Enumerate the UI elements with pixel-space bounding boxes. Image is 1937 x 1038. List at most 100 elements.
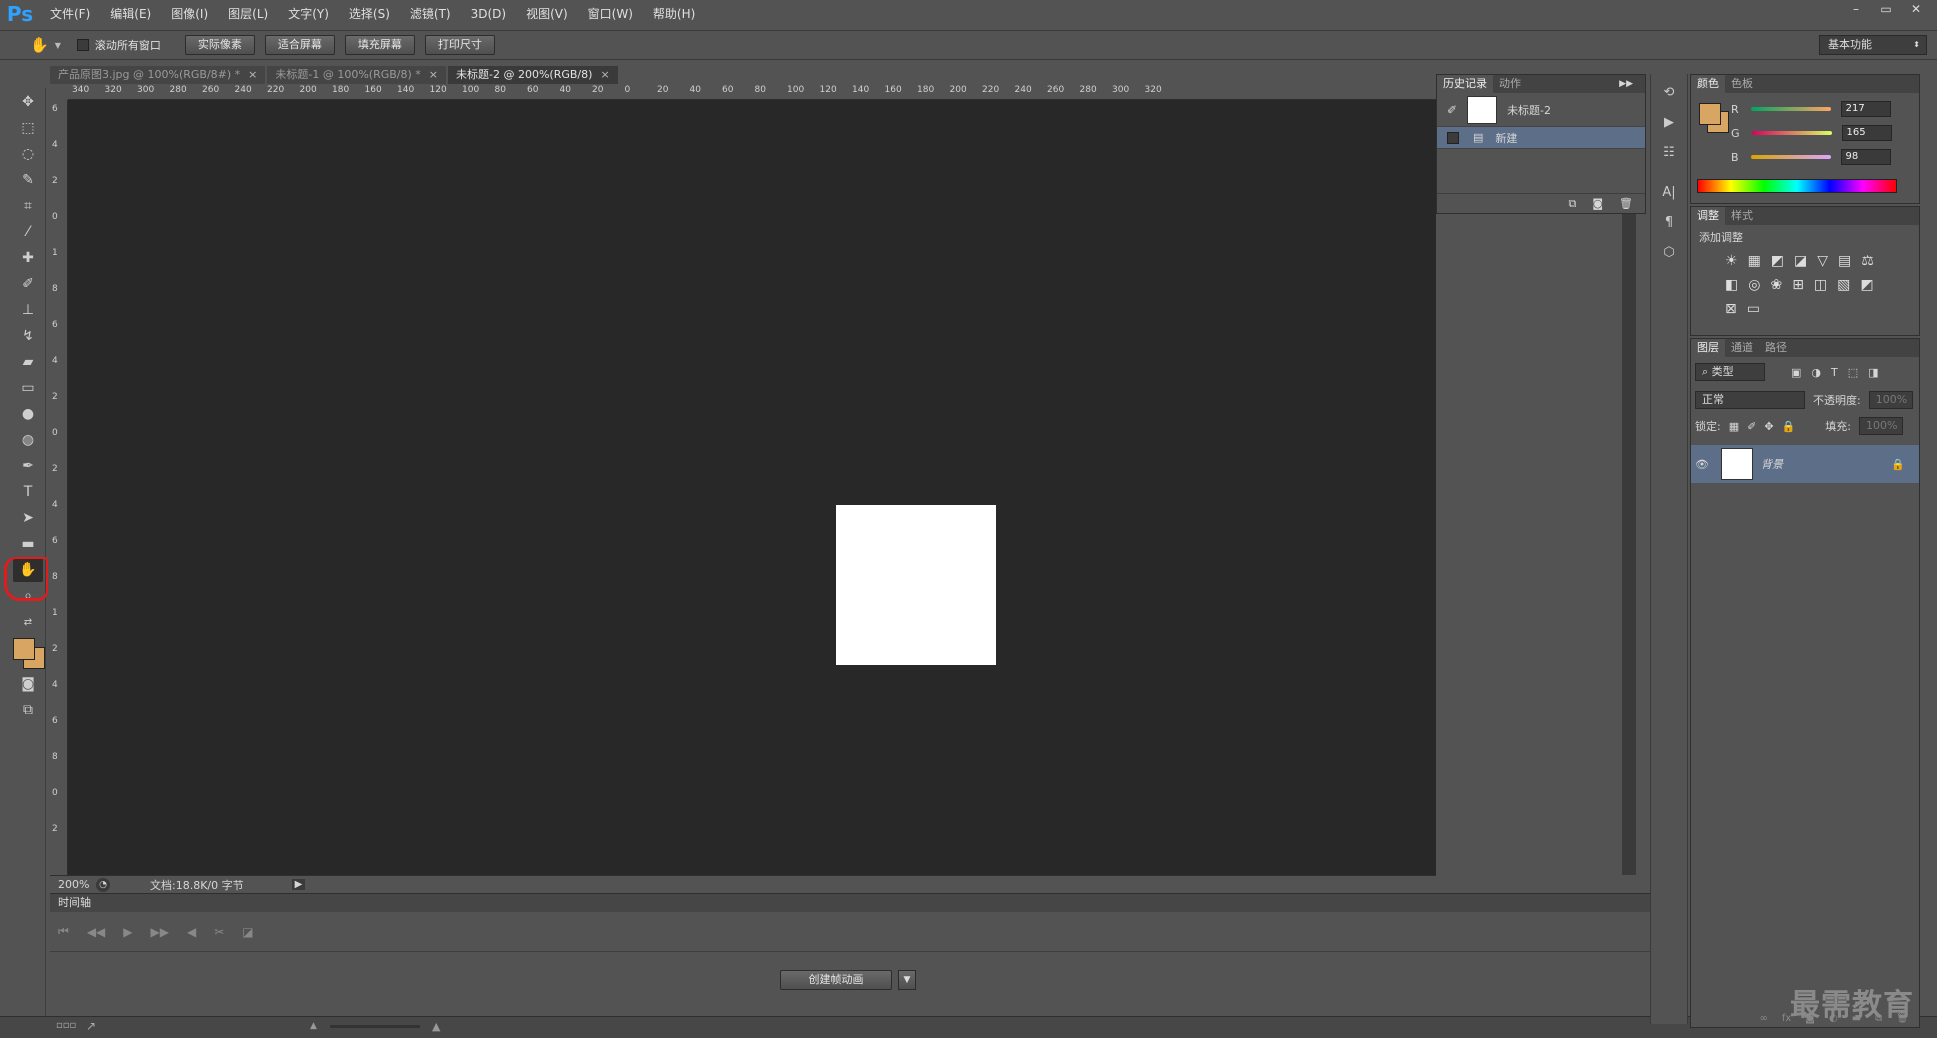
close-tab-icon[interactable]: ×: [600, 68, 609, 81]
filter-smart-icon[interactable]: ◨: [1868, 366, 1878, 379]
lock-position-icon[interactable]: ✥: [1764, 420, 1773, 433]
layer-row[interactable]: 👁 背景 🔒: [1691, 445, 1919, 483]
close-tab-icon[interactable]: ×: [248, 68, 257, 81]
lock-all-icon[interactable]: 🔒: [1782, 420, 1796, 433]
restore-button[interactable]: ▭: [1871, 0, 1901, 18]
canvas-area[interactable]: [68, 100, 1436, 875]
invert-icon[interactable]: ◫: [1814, 277, 1827, 293]
screen-mode-icon[interactable]: ⧉: [13, 698, 43, 722]
lock-pixels-icon[interactable]: ✐: [1747, 420, 1756, 433]
history-panel-icon[interactable]: ⟲: [1656, 80, 1682, 104]
healing-brush-tool-icon[interactable]: ✚: [13, 246, 43, 270]
paragraph-panel-icon[interactable]: ¶: [1656, 210, 1682, 234]
threshold-icon[interactable]: ◩: [1860, 277, 1873, 293]
next-frame-icon[interactable]: ▶▶: [151, 925, 169, 939]
foreground-color-swatch[interactable]: [13, 638, 35, 660]
posterize-icon[interactable]: ▧: [1837, 277, 1850, 293]
hue-saturation-icon[interactable]: ▤: [1838, 253, 1851, 269]
quick-mask-icon[interactable]: ◙: [13, 672, 43, 696]
filter-adjust-icon[interactable]: ◑: [1811, 366, 1821, 379]
fit-screen-button[interactable]: 适合屏幕: [264, 35, 335, 55]
color-lookup-icon[interactable]: ⊞: [1792, 277, 1804, 293]
vibrance-icon[interactable]: ▽: [1817, 253, 1828, 269]
menu-item[interactable]: 滤镜(T): [400, 0, 461, 28]
history-snapshot[interactable]: ✐ 未标题-2: [1437, 93, 1645, 127]
minimize-button[interactable]: –: [1841, 0, 1871, 18]
filter-image-icon[interactable]: ▣: [1791, 366, 1801, 379]
fill-field[interactable]: 100%: [1858, 417, 1903, 435]
link-layers-icon[interactable]: ∞: [1759, 1013, 1767, 1024]
zoom-in-mountain-icon[interactable]: ▲: [432, 1020, 440, 1033]
levels-icon[interactable]: ▦: [1748, 253, 1761, 269]
tab-color[interactable]: 颜色: [1691, 75, 1725, 93]
layer-filter-select[interactable]: ⌕ 类型: [1695, 363, 1765, 381]
quick-select-tool-icon[interactable]: ✎: [13, 168, 43, 192]
audio-icon[interactable]: ◀: [187, 925, 196, 939]
brightness-icon[interactable]: ☀: [1725, 253, 1738, 269]
document-tab[interactable]: 产品原图3.jpg @ 100%(RGB/8#) * ×: [50, 66, 266, 84]
tab-channels[interactable]: 通道: [1725, 339, 1759, 357]
eraser-tool-icon[interactable]: ▰: [13, 350, 43, 374]
document-tab[interactable]: 未标题-1 @ 100%(RGB/8) * ×: [267, 66, 447, 84]
history-item[interactable]: ▤ 新建: [1437, 127, 1645, 149]
opacity-field[interactable]: 100%: [1868, 391, 1913, 409]
gradient-map-icon[interactable]: ▭: [1747, 301, 1760, 317]
hand-tool-preset-icon[interactable]: ✋: [30, 36, 49, 54]
new-document-from-state-icon[interactable]: ⧉: [1568, 197, 1576, 211]
lasso-tool-icon[interactable]: ◌: [13, 142, 43, 166]
history-brush-source-icon[interactable]: ✐: [1447, 103, 1457, 117]
selective-color-icon[interactable]: ⊠: [1725, 301, 1737, 317]
blend-mode-select[interactable]: 正常: [1695, 391, 1805, 409]
menu-item[interactable]: 视图(V): [516, 0, 578, 28]
timeline-zoom-slider[interactable]: [330, 1025, 420, 1028]
menu-item[interactable]: 图层(L): [218, 0, 278, 28]
color-balance-icon[interactable]: ⚖: [1861, 253, 1874, 269]
path-select-tool-icon[interactable]: ➤: [13, 506, 43, 530]
tab-layers[interactable]: 图层: [1691, 339, 1725, 357]
pen-tool-icon[interactable]: ✒: [13, 454, 43, 478]
curves-icon[interactable]: ◩: [1771, 253, 1784, 269]
menu-item[interactable]: 编辑(E): [100, 0, 161, 28]
filter-shape-icon[interactable]: ⬚: [1848, 366, 1858, 379]
tab-actions[interactable]: 动作: [1493, 75, 1527, 93]
menu-item[interactable]: 帮助(H): [643, 0, 705, 28]
close-tab-icon[interactable]: ×: [429, 68, 438, 81]
menu-item[interactable]: 选择(S): [339, 0, 400, 28]
menu-item[interactable]: 3D(D): [461, 0, 516, 28]
tab-paths[interactable]: 路径: [1759, 339, 1793, 357]
swap-colors-icon[interactable]: ⇄: [13, 610, 43, 634]
prev-frame-icon[interactable]: ◀◀: [87, 925, 105, 939]
channel-mixer-icon[interactable]: ❀: [1770, 277, 1782, 293]
crop-tool-icon[interactable]: ⌗: [13, 194, 43, 218]
fill-screen-button[interactable]: 填充屏幕: [344, 35, 415, 55]
shape-tool-icon[interactable]: ▬: [13, 532, 43, 556]
3d-panel-icon[interactable]: ⬡: [1656, 240, 1682, 264]
move-tool-icon[interactable]: ✥: [13, 90, 43, 114]
properties-panel-icon[interactable]: ☷: [1656, 140, 1682, 164]
blue-slider[interactable]: [1750, 155, 1831, 159]
color-swatches[interactable]: [10, 636, 46, 670]
actual-pixels-button[interactable]: 实际像素: [184, 35, 255, 55]
type-tool-icon[interactable]: T: [13, 480, 43, 504]
menu-item[interactable]: 窗口(W): [578, 0, 643, 28]
zoom-out-mountain-icon[interactable]: ▲: [310, 1021, 317, 1031]
trash-icon[interactable]: 🗑: [1619, 197, 1633, 210]
marquee-tool-icon[interactable]: ⬚: [13, 116, 43, 140]
filter-type-icon[interactable]: T: [1831, 366, 1838, 379]
layer-name[interactable]: 背景: [1761, 456, 1783, 472]
blur-tool-icon[interactable]: ●: [13, 402, 43, 426]
create-animation-dropdown-icon[interactable]: ▼: [898, 970, 916, 990]
black-white-icon[interactable]: ◧: [1725, 277, 1738, 293]
split-scissors-icon[interactable]: ✂: [214, 925, 224, 939]
tab-history[interactable]: 历史记录: [1437, 75, 1493, 93]
tab-swatches[interactable]: 色板: [1725, 75, 1759, 93]
character-panel-icon[interactable]: A|: [1656, 180, 1682, 204]
canvas-scrollbar[interactable]: [1622, 100, 1636, 875]
green-value[interactable]: 165: [1841, 125, 1892, 141]
red-value[interactable]: 217: [1840, 101, 1891, 117]
zoom-level[interactable]: 200%: [50, 878, 96, 891]
lock-transparent-icon[interactable]: ▦: [1729, 420, 1739, 433]
green-slider[interactable]: [1751, 131, 1832, 135]
history-brush-tool-icon[interactable]: ↯: [13, 324, 43, 348]
preset-dropdown-icon[interactable]: ▼: [55, 41, 61, 50]
